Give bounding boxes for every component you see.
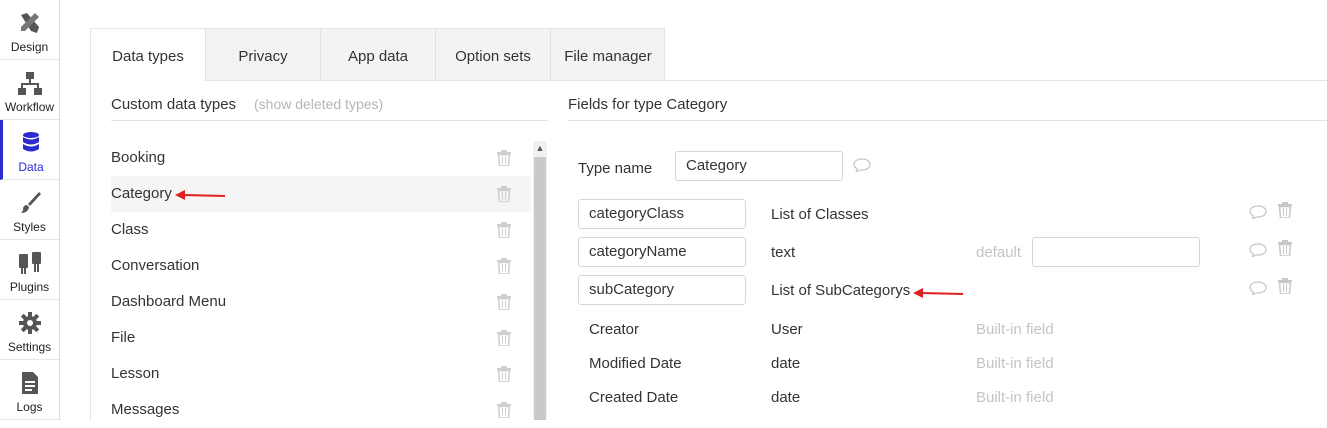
- plug-icon: [18, 252, 41, 274]
- field-type[interactable]: List of Classes: [771, 206, 869, 223]
- field-name-input[interactable]: subCategory: [578, 275, 746, 305]
- nav-label: Settings: [7, 340, 52, 354]
- builtin-field-note: Built-in field: [976, 389, 1054, 406]
- data-type-name: Booking: [111, 149, 166, 166]
- builtin-field-type: User: [771, 321, 803, 338]
- trash-icon[interactable]: [497, 330, 511, 346]
- scroll-thumb[interactable]: [534, 157, 546, 420]
- builtin-field-note: Built-in field: [976, 355, 1054, 372]
- data-type-name: File: [111, 329, 136, 346]
- data-type-row-selected[interactable]: Category: [111, 176, 531, 212]
- show-deleted-types-link[interactable]: (show deleted types): [254, 96, 383, 112]
- database-icon: [23, 132, 39, 152]
- trash-icon[interactable]: [497, 222, 511, 238]
- red-arrow-annotation: [175, 190, 226, 200]
- comment-icon[interactable]: [1249, 243, 1267, 257]
- data-type-name: Conversation: [111, 257, 200, 274]
- tab-privacy[interactable]: Privacy: [206, 29, 321, 82]
- trash-icon[interactable]: [497, 402, 511, 418]
- tab-option-sets[interactable]: Option sets: [436, 29, 551, 82]
- default-value-input[interactable]: [1032, 237, 1200, 267]
- nav-plugins[interactable]: Plugins: [0, 240, 59, 300]
- type-name-input[interactable]: Category: [675, 151, 843, 181]
- data-type-row[interactable]: Conversation: [111, 248, 531, 284]
- trash-icon[interactable]: [1278, 202, 1292, 218]
- left-nav: Design Workflow Data Styles Plugins Sett…: [0, 0, 60, 420]
- nav-label: Data: [18, 160, 44, 174]
- nav-logs[interactable]: Logs: [0, 360, 59, 420]
- data-type-row[interactable]: Dashboard Menu: [111, 284, 531, 320]
- nav-label: Plugins: [9, 280, 50, 294]
- brush-icon: [20, 192, 41, 213]
- builtin-field-note: Built-in field: [976, 321, 1054, 338]
- nav-label: Styles: [13, 220, 46, 234]
- data-type-name: Dashboard Menu: [111, 293, 227, 310]
- nav-settings[interactable]: Settings: [0, 300, 59, 360]
- field-type[interactable]: text: [771, 244, 795, 261]
- data-type-name: Messages: [111, 401, 180, 418]
- data-type-name: Lesson: [111, 365, 160, 382]
- nav-label: Logs: [16, 400, 43, 414]
- trash-icon[interactable]: [497, 186, 511, 202]
- data-type-name: Class: [111, 221, 149, 238]
- data-type-row[interactable]: Booking: [111, 140, 531, 176]
- types-scrollbar[interactable]: ▲: [533, 141, 547, 420]
- tab-bar: Data types Privacy App data Option sets …: [90, 28, 665, 83]
- left-divider: [111, 120, 548, 121]
- trash-icon[interactable]: [1278, 278, 1292, 294]
- field-name-input[interactable]: categoryClass: [578, 199, 746, 229]
- scroll-up-icon[interactable]: ▲: [533, 141, 547, 155]
- data-type-row[interactable]: Class: [111, 212, 531, 248]
- right-divider: [568, 120, 1327, 121]
- fields-title: Fields for type Category: [568, 96, 728, 113]
- field-type[interactable]: List of SubCategorys: [771, 282, 910, 299]
- builtin-field-name: Created Date: [589, 389, 679, 406]
- builtin-field-name: Modified Date: [589, 355, 682, 372]
- custom-data-types-title: Custom data types: [111, 96, 237, 113]
- comment-icon[interactable]: [853, 158, 871, 172]
- data-type-row[interactable]: Lesson: [111, 356, 531, 392]
- builtin-field-type: date: [771, 355, 801, 372]
- comment-icon[interactable]: [1249, 205, 1267, 219]
- trash-icon[interactable]: [497, 294, 511, 310]
- field-name-input[interactable]: categoryName: [578, 237, 746, 267]
- tab-app-data[interactable]: App data: [321, 29, 436, 82]
- nav-design[interactable]: Design: [0, 0, 59, 60]
- nav-label: Workflow: [4, 100, 55, 114]
- red-arrow-annotation: [913, 288, 964, 298]
- trash-icon[interactable]: [497, 366, 511, 382]
- trash-icon[interactable]: [497, 258, 511, 274]
- data-types-content: Custom data types (show deleted types) B…: [90, 81, 1327, 420]
- nav-styles[interactable]: Styles: [0, 180, 59, 240]
- builtin-field-name: Creator: [589, 321, 640, 338]
- tab-file-manager[interactable]: File manager: [551, 29, 665, 82]
- trash-icon[interactable]: [1278, 240, 1292, 256]
- builtin-field-type: date: [771, 389, 801, 406]
- data-type-name: Category: [111, 185, 172, 202]
- data-type-row[interactable]: Messages: [111, 392, 531, 420]
- document-icon: [21, 372, 38, 394]
- workflow-icon: [17, 72, 42, 95]
- data-panel: Data types Privacy App data Option sets …: [90, 28, 1327, 420]
- nav-data[interactable]: Data: [0, 120, 59, 180]
- gear-icon: [18, 312, 41, 334]
- data-type-row[interactable]: File: [111, 320, 531, 356]
- design-icon: [20, 13, 39, 33]
- trash-icon[interactable]: [497, 150, 511, 166]
- default-label: default: [976, 244, 1022, 261]
- comment-icon[interactable]: [1249, 281, 1267, 295]
- nav-label: Design: [10, 40, 49, 54]
- tab-data-types[interactable]: Data types: [91, 29, 206, 83]
- nav-workflow[interactable]: Workflow: [0, 60, 59, 120]
- type-name-label: Type name: [578, 160, 653, 177]
